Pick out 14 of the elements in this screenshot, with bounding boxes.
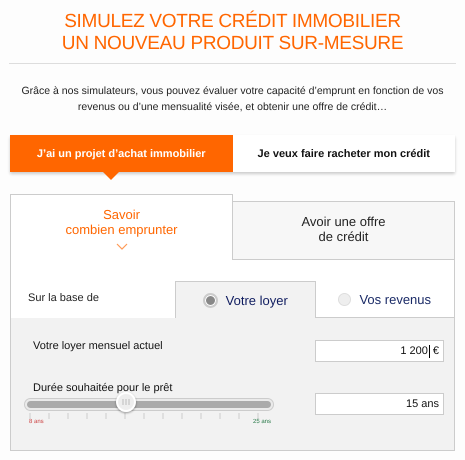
project-tab[interactable]: Je veux faire racheter mon crédit [232, 135, 455, 172]
pointer-icon [103, 172, 120, 180]
page-title: SIMULEZ VOTRE CRÉDIT IMMOBILIER UN NOUVEAU PRODUIT SUR-MESURE [60, 10, 404, 55]
intro-text: Grâce à nos simulateurs, vous pouvez évaluer votre capacité d’emprunt en fonction de vos revenus ou d’une mensualité visée, et obtenir une offre de crédit… [20, 84, 444, 115]
field-label: Votre loyer mensuel actuel [33, 340, 163, 352]
field-label: Durée souhaitée pour le prêt [33, 382, 174, 394]
basis-label: Sur la base de [27, 292, 100, 306]
duration-input-field[interactable]: 15 ans [315, 393, 444, 415]
rent-input-field[interactable]: 1 200 € [315, 340, 444, 362]
chevron-down-icon [116, 243, 128, 250]
radio-option[interactable]: Votre loyer [175, 281, 316, 318]
slider-track[interactable] [25, 399, 273, 410]
simulator-tab[interactable]: Avoir une offre de crédit [233, 201, 455, 260]
slider-thumb[interactable] [116, 392, 136, 412]
